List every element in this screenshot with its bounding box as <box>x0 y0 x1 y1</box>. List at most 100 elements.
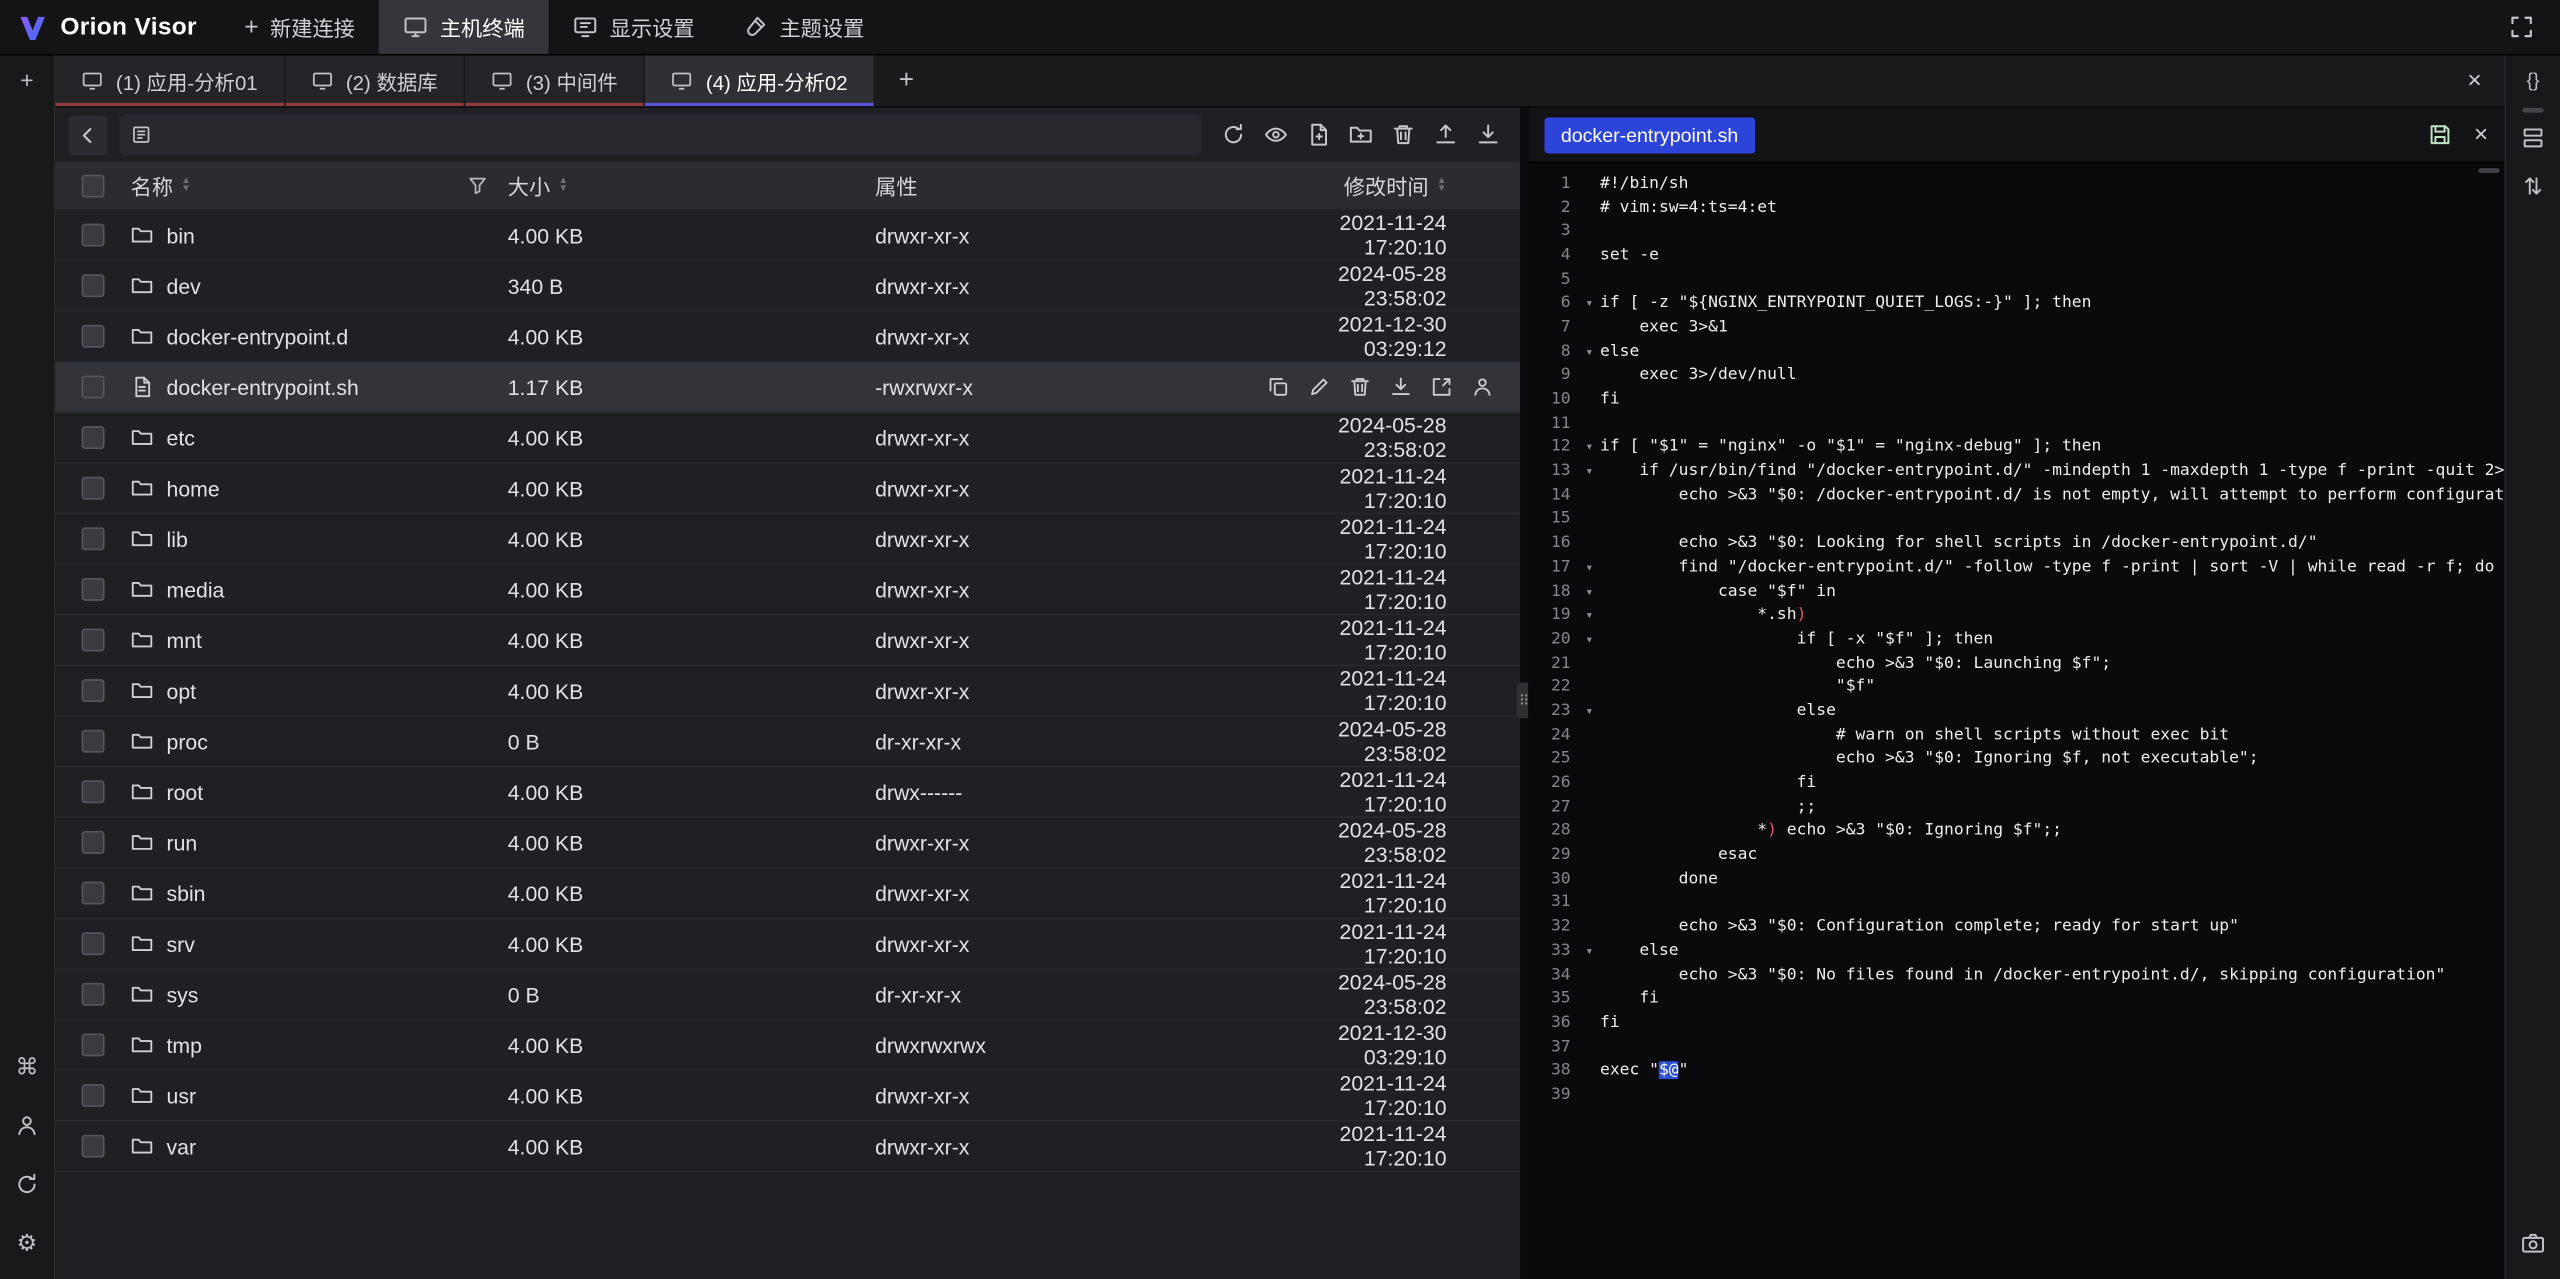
file-row-docker-entrypoint.sh[interactable]: docker-entrypoint.sh1.17 KB-rwxrwxr-x <box>56 362 1520 413</box>
close-panel-icon[interactable]: × <box>2444 56 2504 107</box>
file-row-sbin[interactable]: sbin4.00 KBdrwxr-xr-x2021-11-24 17:20:10 <box>56 869 1520 920</box>
brand[interactable]: Orion Visor <box>0 0 220 54</box>
new-file-icon[interactable] <box>1298 115 1337 154</box>
row-checkbox[interactable] <box>82 224 105 247</box>
shortcut-keys-icon[interactable]: ⌘ <box>0 1042 54 1091</box>
download-icon[interactable] <box>1468 115 1507 154</box>
file-size: 4.00 KB <box>508 527 875 551</box>
panel-splitter[interactable]: ⠿ <box>1520 108 1528 1279</box>
fold-chevron-icon[interactable]: ▾ <box>1579 632 1600 647</box>
file-row-etc[interactable]: etc4.00 KBdrwxr-xr-x2024-05-28 23:58:02 <box>56 413 1520 464</box>
row-action-delete-icon[interactable] <box>1349 376 1372 399</box>
save-icon[interactable] <box>2428 122 2452 146</box>
filter-icon[interactable] <box>467 175 488 196</box>
fold-chevron-icon[interactable]: ▾ <box>1579 584 1600 599</box>
sort-swap-icon[interactable]: ⇅ <box>2506 162 2560 211</box>
row-checkbox[interactable] <box>82 679 105 702</box>
fold-chevron-icon[interactable]: ▾ <box>1579 704 1600 719</box>
line-number: 22 <box>1528 678 1579 696</box>
row-action-copy-icon[interactable] <box>1267 376 1290 399</box>
row-checkbox[interactable] <box>82 1084 105 1107</box>
fullscreen-icon[interactable] <box>2501 7 2540 46</box>
fold-chevron-icon[interactable]: ▾ <box>1579 440 1600 455</box>
row-checkbox[interactable] <box>82 831 105 854</box>
file-row-run[interactable]: run4.00 KBdrwxr-xr-x2024-05-28 23:58:02 <box>56 818 1520 869</box>
session-tab-3[interactable]: (3) 中间件 <box>465 56 645 107</box>
row-checkbox[interactable] <box>82 882 105 905</box>
row-checkbox[interactable] <box>82 376 105 399</box>
file-mtime: 2021-11-24 17:20:10 <box>1283 211 1520 260</box>
new-folder-icon[interactable] <box>1340 115 1379 154</box>
sort-size-control[interactable]: ▲▼ <box>558 177 568 193</box>
file-row-root[interactable]: root4.00 KBdrwx------2021-11-24 17:20:10 <box>56 767 1520 818</box>
row-checkbox[interactable] <box>82 426 105 449</box>
new-tab-button[interactable]: + <box>875 56 937 107</box>
row-action-permission-icon[interactable] <box>1471 376 1494 399</box>
file-row-home[interactable]: home4.00 KBdrwxr-xr-x2021-11-24 17:20:10 <box>56 464 1520 515</box>
screenshot-camera-icon[interactable] <box>2506 1218 2560 1267</box>
preview-eye-icon[interactable] <box>1256 115 1295 154</box>
sort-name-control[interactable]: ▲▼ <box>181 177 191 193</box>
row-checkbox[interactable] <box>82 325 105 348</box>
file-row-var[interactable]: var4.00 KBdrwxr-xr-x2021-11-24 17:20:10 <box>56 1122 1520 1173</box>
file-row-proc[interactable]: proc0 Bdr-xr-xr-x2024-05-28 23:58:02 <box>56 717 1520 768</box>
row-action-edit-icon[interactable] <box>1308 376 1331 399</box>
back-button[interactable] <box>69 115 108 154</box>
line-number: 27 <box>1528 798 1579 816</box>
row-checkbox[interactable] <box>82 274 105 297</box>
editor-file-tab[interactable]: docker-entrypoint.sh <box>1544 117 1754 153</box>
contacts-icon[interactable] <box>0 1100 54 1149</box>
editor-scrollbar-thumb[interactable] <box>2478 168 2499 173</box>
nav-item-host-terminal[interactable]: 主机终端 <box>379 0 549 54</box>
sort-mtime-control[interactable]: ▲▼ <box>1437 177 1447 193</box>
file-row-tmp[interactable]: tmp4.00 KBdrwxrwxrwx2021-12-30 03:29:10 <box>56 1020 1520 1071</box>
file-row-opt[interactable]: opt4.00 KBdrwxr-xr-x2021-11-24 17:20:10 <box>56 666 1520 717</box>
fold-chevron-icon[interactable]: ▾ <box>1579 608 1600 623</box>
sync-icon[interactable] <box>0 1159 54 1208</box>
file-row-usr[interactable]: usr4.00 KBdrwxr-xr-x2021-11-24 17:20:10 <box>56 1071 1520 1122</box>
session-tab-4[interactable]: (4) 应用-分析02 <box>645 56 875 107</box>
row-checkbox[interactable] <box>82 1033 105 1056</box>
row-checkbox[interactable] <box>82 578 105 601</box>
file-row-mnt[interactable]: mnt4.00 KBdrwxr-xr-x2021-11-24 17:20:10 <box>56 616 1520 667</box>
row-checkbox[interactable] <box>82 932 105 955</box>
row-checkbox[interactable] <box>82 780 105 803</box>
fold-chevron-icon[interactable]: ▾ <box>1579 296 1600 311</box>
row-checkbox[interactable] <box>82 983 105 1006</box>
path-bar[interactable] <box>119 114 1201 155</box>
file-row-media[interactable]: media4.00 KBdrwxr-xr-x2021-11-24 17:20:1… <box>56 565 1520 616</box>
editor-close-icon[interactable]: × <box>2474 122 2488 146</box>
file-row-srv[interactable]: srv4.00 KBdrwxr-xr-x2021-11-24 17:20:10 <box>56 919 1520 970</box>
row-checkbox[interactable] <box>82 1135 105 1158</box>
nav-item-new-connection[interactable]: + 新建连接 <box>220 0 380 54</box>
braces-icon[interactable]: {} <box>2506 56 2560 105</box>
row-action-export-icon[interactable] <box>1430 376 1453 399</box>
row-checkbox[interactable] <box>82 629 105 652</box>
delete-icon[interactable] <box>1383 115 1422 154</box>
upload-icon[interactable] <box>1425 115 1464 154</box>
session-tab-1[interactable]: (1) 应用-分析01 <box>56 56 286 107</box>
row-action-download-icon[interactable] <box>1389 376 1412 399</box>
file-row-sys[interactable]: sys0 Bdr-xr-xr-x2024-05-28 23:58:02 <box>56 970 1520 1021</box>
fold-chevron-icon[interactable]: ▾ <box>1579 464 1600 479</box>
fold-chevron-icon[interactable]: ▾ <box>1579 943 1600 958</box>
select-all-checkbox[interactable] <box>82 174 105 197</box>
code-editor[interactable]: 1#!/bin/sh2# vim:sw=4:ts=4:et34set -e56▾… <box>1528 163 2504 1279</box>
session-tab-2[interactable]: (2) 数据库 <box>285 56 465 107</box>
row-checkbox[interactable] <box>82 477 105 500</box>
fold-chevron-icon[interactable]: ▾ <box>1579 344 1600 359</box>
new-session-button[interactable]: + <box>0 56 54 105</box>
nav-item-display-settings[interactable]: 显示设置 <box>549 0 719 54</box>
refresh-icon[interactable] <box>1213 115 1252 154</box>
file-row-dev[interactable]: dev340 Bdrwxr-xr-x2024-05-28 23:58:02 <box>56 261 1520 312</box>
file-row-docker-entrypoint.d[interactable]: docker-entrypoint.d4.00 KBdrwxr-xr-x2021… <box>56 312 1520 363</box>
file-row-lib[interactable]: lib4.00 KBdrwxr-xr-x2021-11-24 17:20:10 <box>56 514 1520 565</box>
settings-gear-icon[interactable]: ⚙ <box>0 1218 54 1267</box>
row-checkbox[interactable] <box>82 527 105 550</box>
fold-chevron-icon[interactable]: ▾ <box>1579 560 1600 575</box>
layers-icon[interactable] <box>2506 113 2560 162</box>
nav-item-theme-settings[interactable]: 主题设置 <box>719 0 889 54</box>
row-checkbox[interactable] <box>82 730 105 753</box>
path-input[interactable] <box>162 113 1191 157</box>
file-row-bin[interactable]: bin4.00 KBdrwxr-xr-x2021-11-24 17:20:10 <box>56 211 1520 262</box>
